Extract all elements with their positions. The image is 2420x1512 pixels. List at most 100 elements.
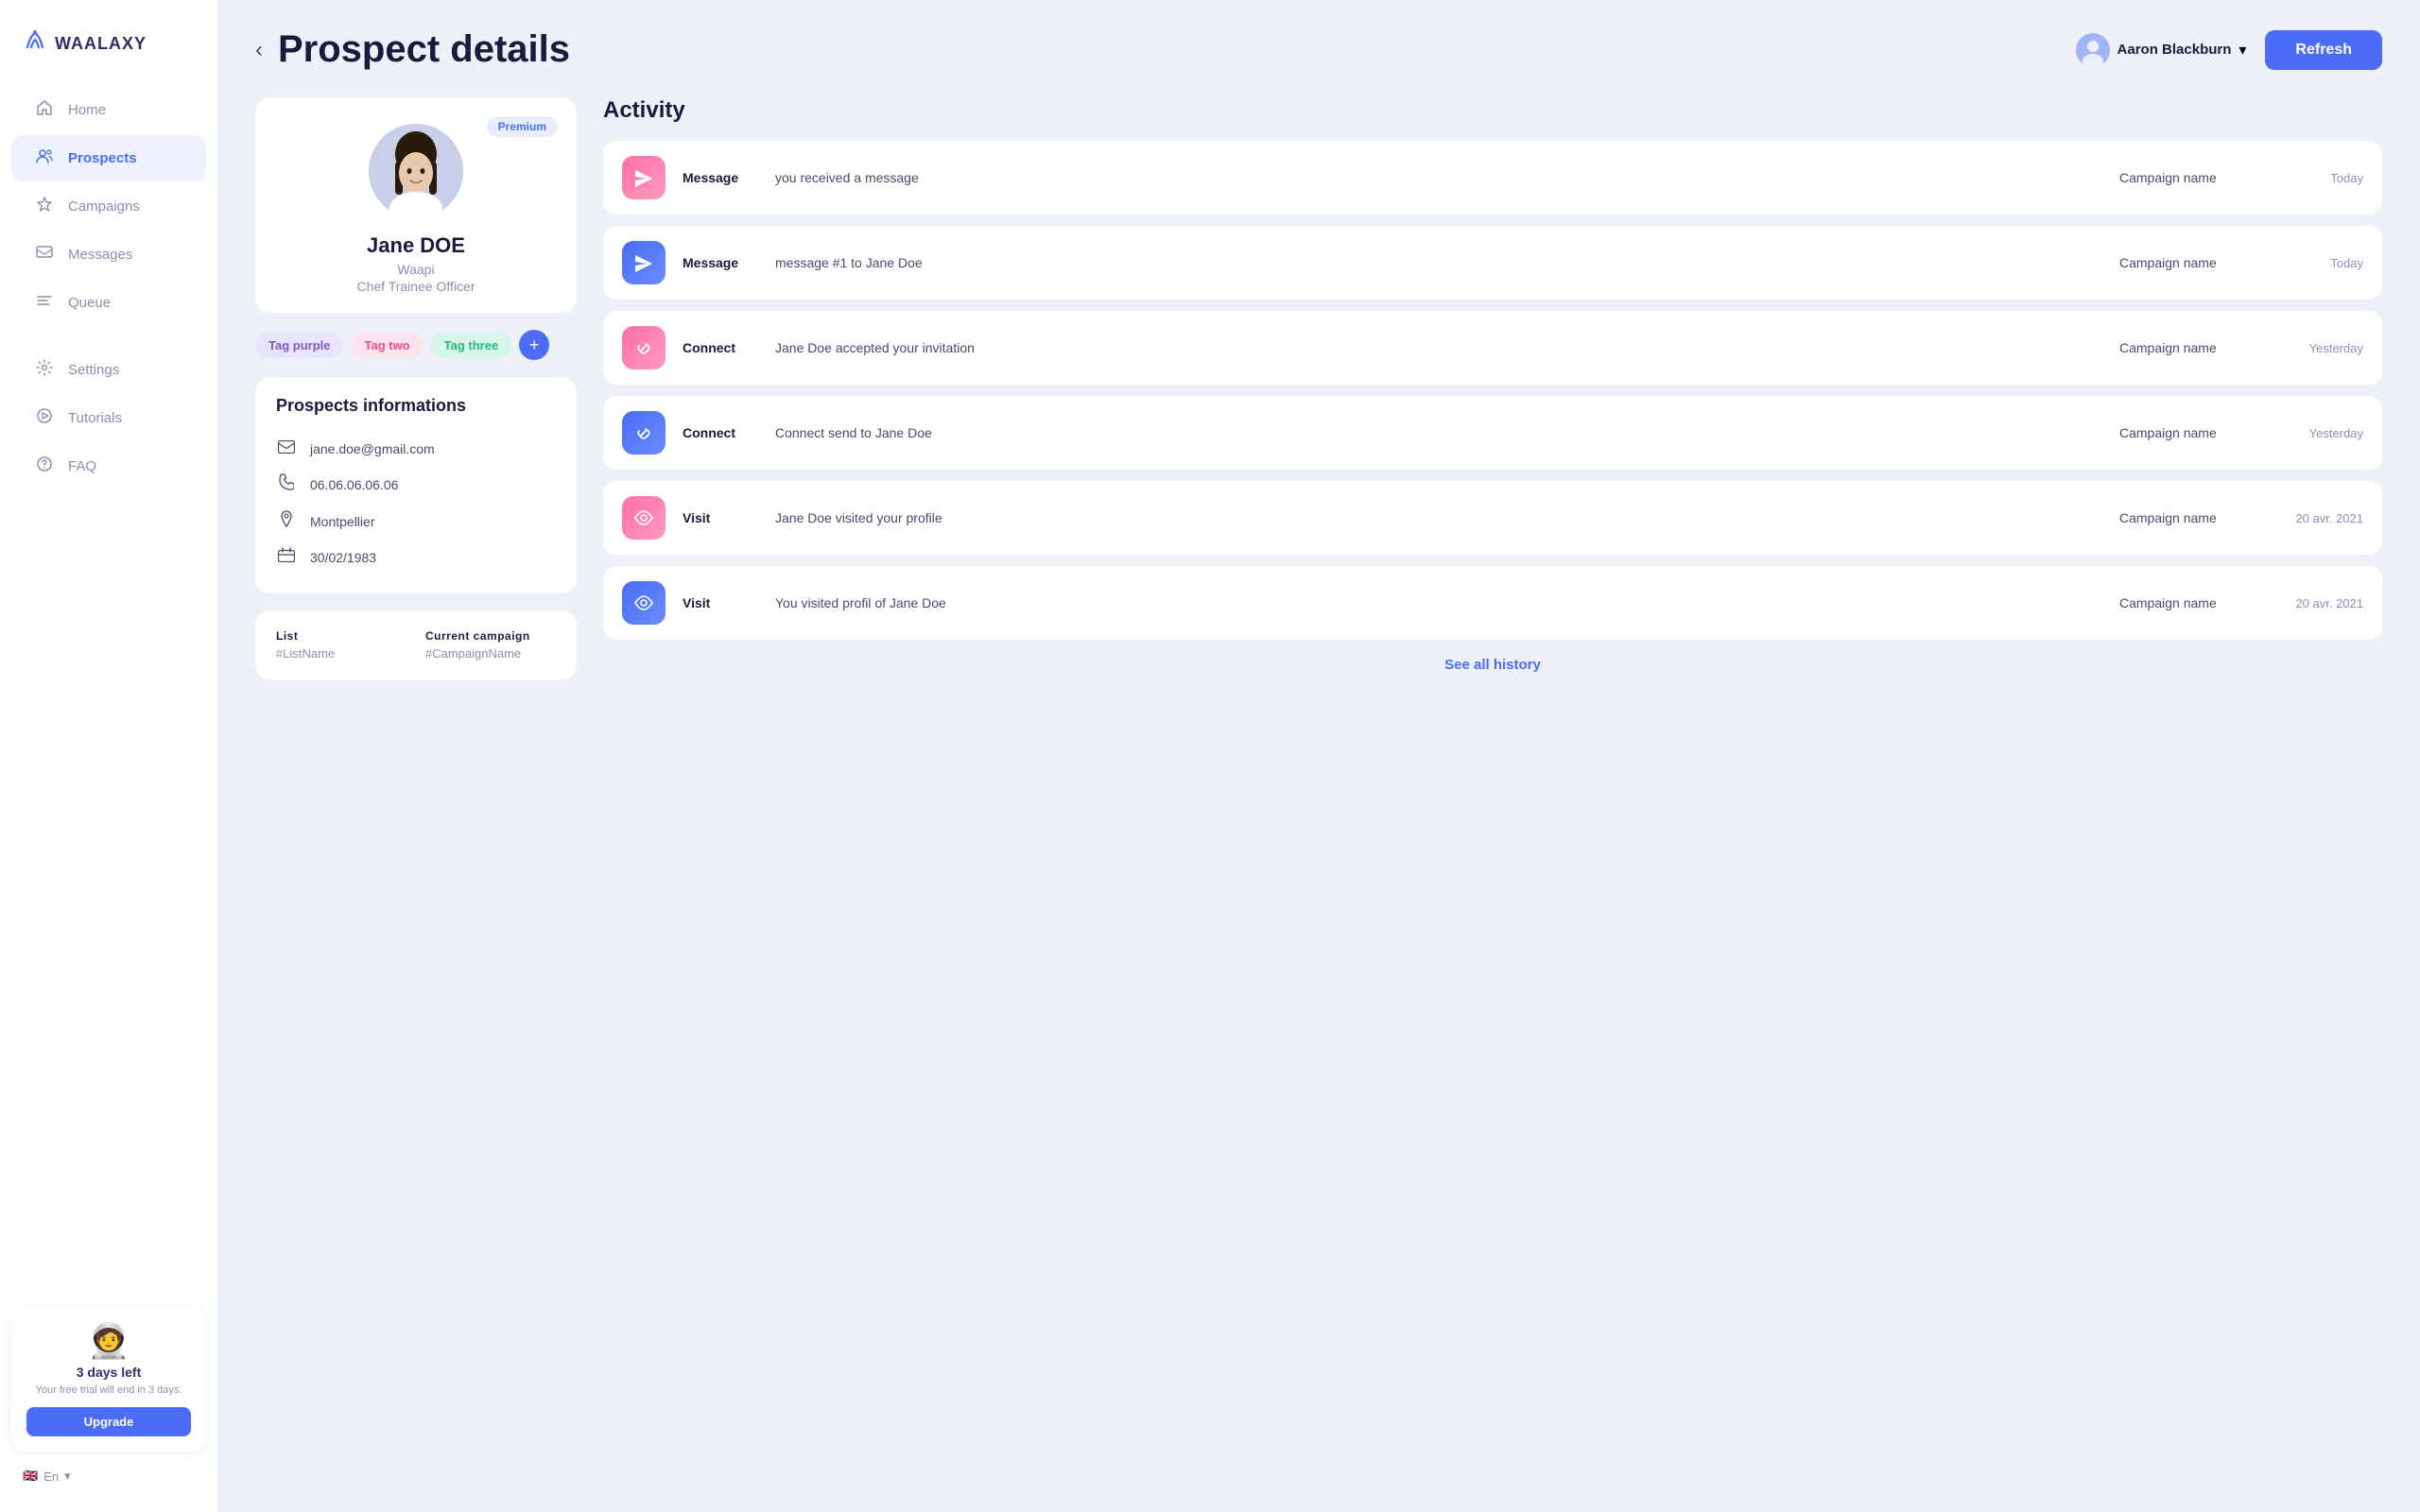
list-campaign-card: List #ListName Current campaign #Campaig… (255, 610, 577, 679)
activity-campaign-5: Campaign name (2119, 595, 2252, 610)
activity-list: Message you received a message Campaign … (603, 141, 2382, 640)
message-pink-icon-wrap (622, 156, 666, 199)
birthday-icon (276, 547, 297, 567)
sidebar-item-messages[interactable]: Messages (11, 232, 206, 278)
sidebar-item-settings[interactable]: Settings (11, 347, 206, 393)
message-blue-icon-wrap (622, 241, 666, 284)
activity-title: Activity (603, 97, 2382, 124)
activity-campaign-2: Campaign name (2119, 340, 2252, 355)
home-icon (34, 99, 55, 121)
activity-time-0: Today (2269, 171, 2363, 185)
tag-purple[interactable]: Tag purple (255, 333, 343, 358)
sidebar-item-tutorials[interactable]: Tutorials (11, 395, 206, 441)
tutorials-icon (34, 407, 55, 429)
sidebar-item-prospects[interactable]: Prospects (11, 135, 206, 181)
campaign-value: #CampaignName (425, 646, 556, 661)
activity-campaign-1: Campaign name (2119, 255, 2252, 270)
info-card-title: Prospects informations (276, 396, 556, 416)
trial-box: 🧑‍🚀 3 days left Your free trial will end… (11, 1306, 206, 1452)
sidebar-item-queue[interactable]: Queue (11, 280, 206, 326)
activity-item: Message you received a message Campaign … (603, 141, 2382, 215)
upgrade-button[interactable]: Upgrade (26, 1407, 191, 1436)
language-selector[interactable]: 🇬🇧 En ▾ (11, 1459, 206, 1493)
profile-avatar (369, 124, 463, 218)
visit-blue-icon-wrap (622, 581, 666, 625)
user-badge[interactable]: Aaron Blackburn ▾ (2076, 33, 2247, 67)
activity-item: Visit You visited profil of Jane Doe Cam… (603, 566, 2382, 640)
activity-item: Message message #1 to Jane Doe Campaign … (603, 226, 2382, 300)
activity-type-1: Message (683, 255, 758, 270)
profile-role: Chef Trainee Officer (356, 279, 475, 294)
phone-row: 06.06.06.06.06 (276, 466, 556, 503)
activity-time-3: Yesterday (2269, 426, 2363, 440)
tag-green[interactable]: Tag three (431, 333, 512, 358)
activity-time-5: 20 avr. 2021 (2269, 596, 2363, 610)
content-area: Premium (255, 97, 2382, 679)
page-title: Prospect details (278, 28, 570, 71)
refresh-button[interactable]: Refresh (2265, 30, 2382, 70)
chevron-down-icon: ▾ (64, 1469, 71, 1484)
phone-icon (276, 473, 297, 495)
campaign-column: Current campaign #CampaignName (425, 629, 556, 661)
profile-card: Premium (255, 97, 577, 313)
sidebar-item-home[interactable]: Home (11, 87, 206, 133)
language-label: En (43, 1469, 59, 1484)
see-all-history[interactable]: See all history (603, 657, 2382, 673)
main-content: ‹ Prospect details Aaron Blackburn ▾ Ref… (217, 0, 2420, 1512)
activity-desc-4: Jane Doe visited your profile (775, 510, 2102, 525)
settings-icon (34, 359, 55, 381)
prospect-info-card: Prospects informations jane.doe@gmail.co… (255, 377, 577, 593)
user-name: Aaron Blackburn (2118, 42, 2232, 58)
astronaut-icon: 🧑‍🚀 (26, 1321, 191, 1361)
activity-time-4: 20 avr. 2021 (2269, 511, 2363, 525)
left-panel: Premium (255, 97, 577, 679)
sidebar-label-prospects: Prospects (68, 150, 137, 166)
tag-pink[interactable]: Tag two (351, 333, 423, 358)
trial-title: 3 days left (26, 1365, 191, 1380)
sidebar-label-faq: FAQ (68, 458, 96, 474)
sidebar-label-settings: Settings (68, 362, 119, 378)
campaigns-icon (34, 196, 55, 217)
prospects-icon (34, 147, 55, 169)
activity-time-1: Today (2269, 256, 2363, 270)
message-send-icon (633, 168, 654, 187)
sidebar-label-tutorials: Tutorials (68, 410, 122, 426)
add-tag-button[interactable]: + (519, 330, 549, 360)
activity-item: Visit Jane Doe visited your profile Camp… (603, 481, 2382, 555)
sidebar-item-faq[interactable]: FAQ (11, 443, 206, 490)
profile-name: Jane DOE (367, 233, 465, 258)
sidebar-item-campaigns[interactable]: Campaigns (11, 183, 206, 230)
birthday-row: 30/02/1983 (276, 540, 556, 575)
connect-blue-icon (633, 422, 654, 443)
sidebar: WAALAXY Home Prospects (0, 0, 217, 1512)
back-button[interactable]: ‹ (255, 39, 263, 61)
sidebar-label-home: Home (68, 102, 106, 118)
activity-desc-2: Jane Doe accepted your invitation (775, 340, 2102, 355)
activity-campaign-3: Campaign name (2119, 425, 2252, 440)
activity-desc-1: message #1 to Jane Doe (775, 255, 2102, 270)
email-value: jane.doe@gmail.com (310, 441, 435, 456)
sidebar-label-campaigns: Campaigns (68, 198, 140, 215)
activity-item: Connect Connect send to Jane Doe Campaig… (603, 396, 2382, 470)
message-send-blue-icon (633, 253, 654, 272)
activity-desc-0: you received a message (775, 170, 2102, 185)
sidebar-bottom: 🧑‍🚀 3 days left Your free trial will end… (0, 1298, 217, 1493)
visit-pink-icon (633, 510, 654, 525)
messages-icon (34, 244, 55, 266)
connect-pink-icon (633, 337, 654, 358)
email-row: jane.doe@gmail.com (276, 431, 556, 466)
profile-company: Waapi (397, 262, 434, 277)
logo: WAALAXY (0, 19, 217, 85)
add-tag-icon: + (529, 335, 540, 355)
queue-icon (34, 292, 55, 314)
top-bar-left: ‹ Prospect details (255, 28, 570, 71)
activity-type-0: Message (683, 170, 758, 185)
logo-text: WAALAXY (55, 34, 147, 54)
logo-icon (23, 28, 47, 59)
user-chevron-icon: ▾ (2238, 41, 2246, 60)
campaign-label: Current campaign (425, 629, 556, 643)
activity-desc-3: Connect send to Jane Doe (775, 425, 2102, 440)
avatar (2076, 33, 2110, 67)
list-card-row: List #ListName Current campaign #Campaig… (276, 629, 556, 661)
list-column: List #ListName (276, 629, 406, 661)
